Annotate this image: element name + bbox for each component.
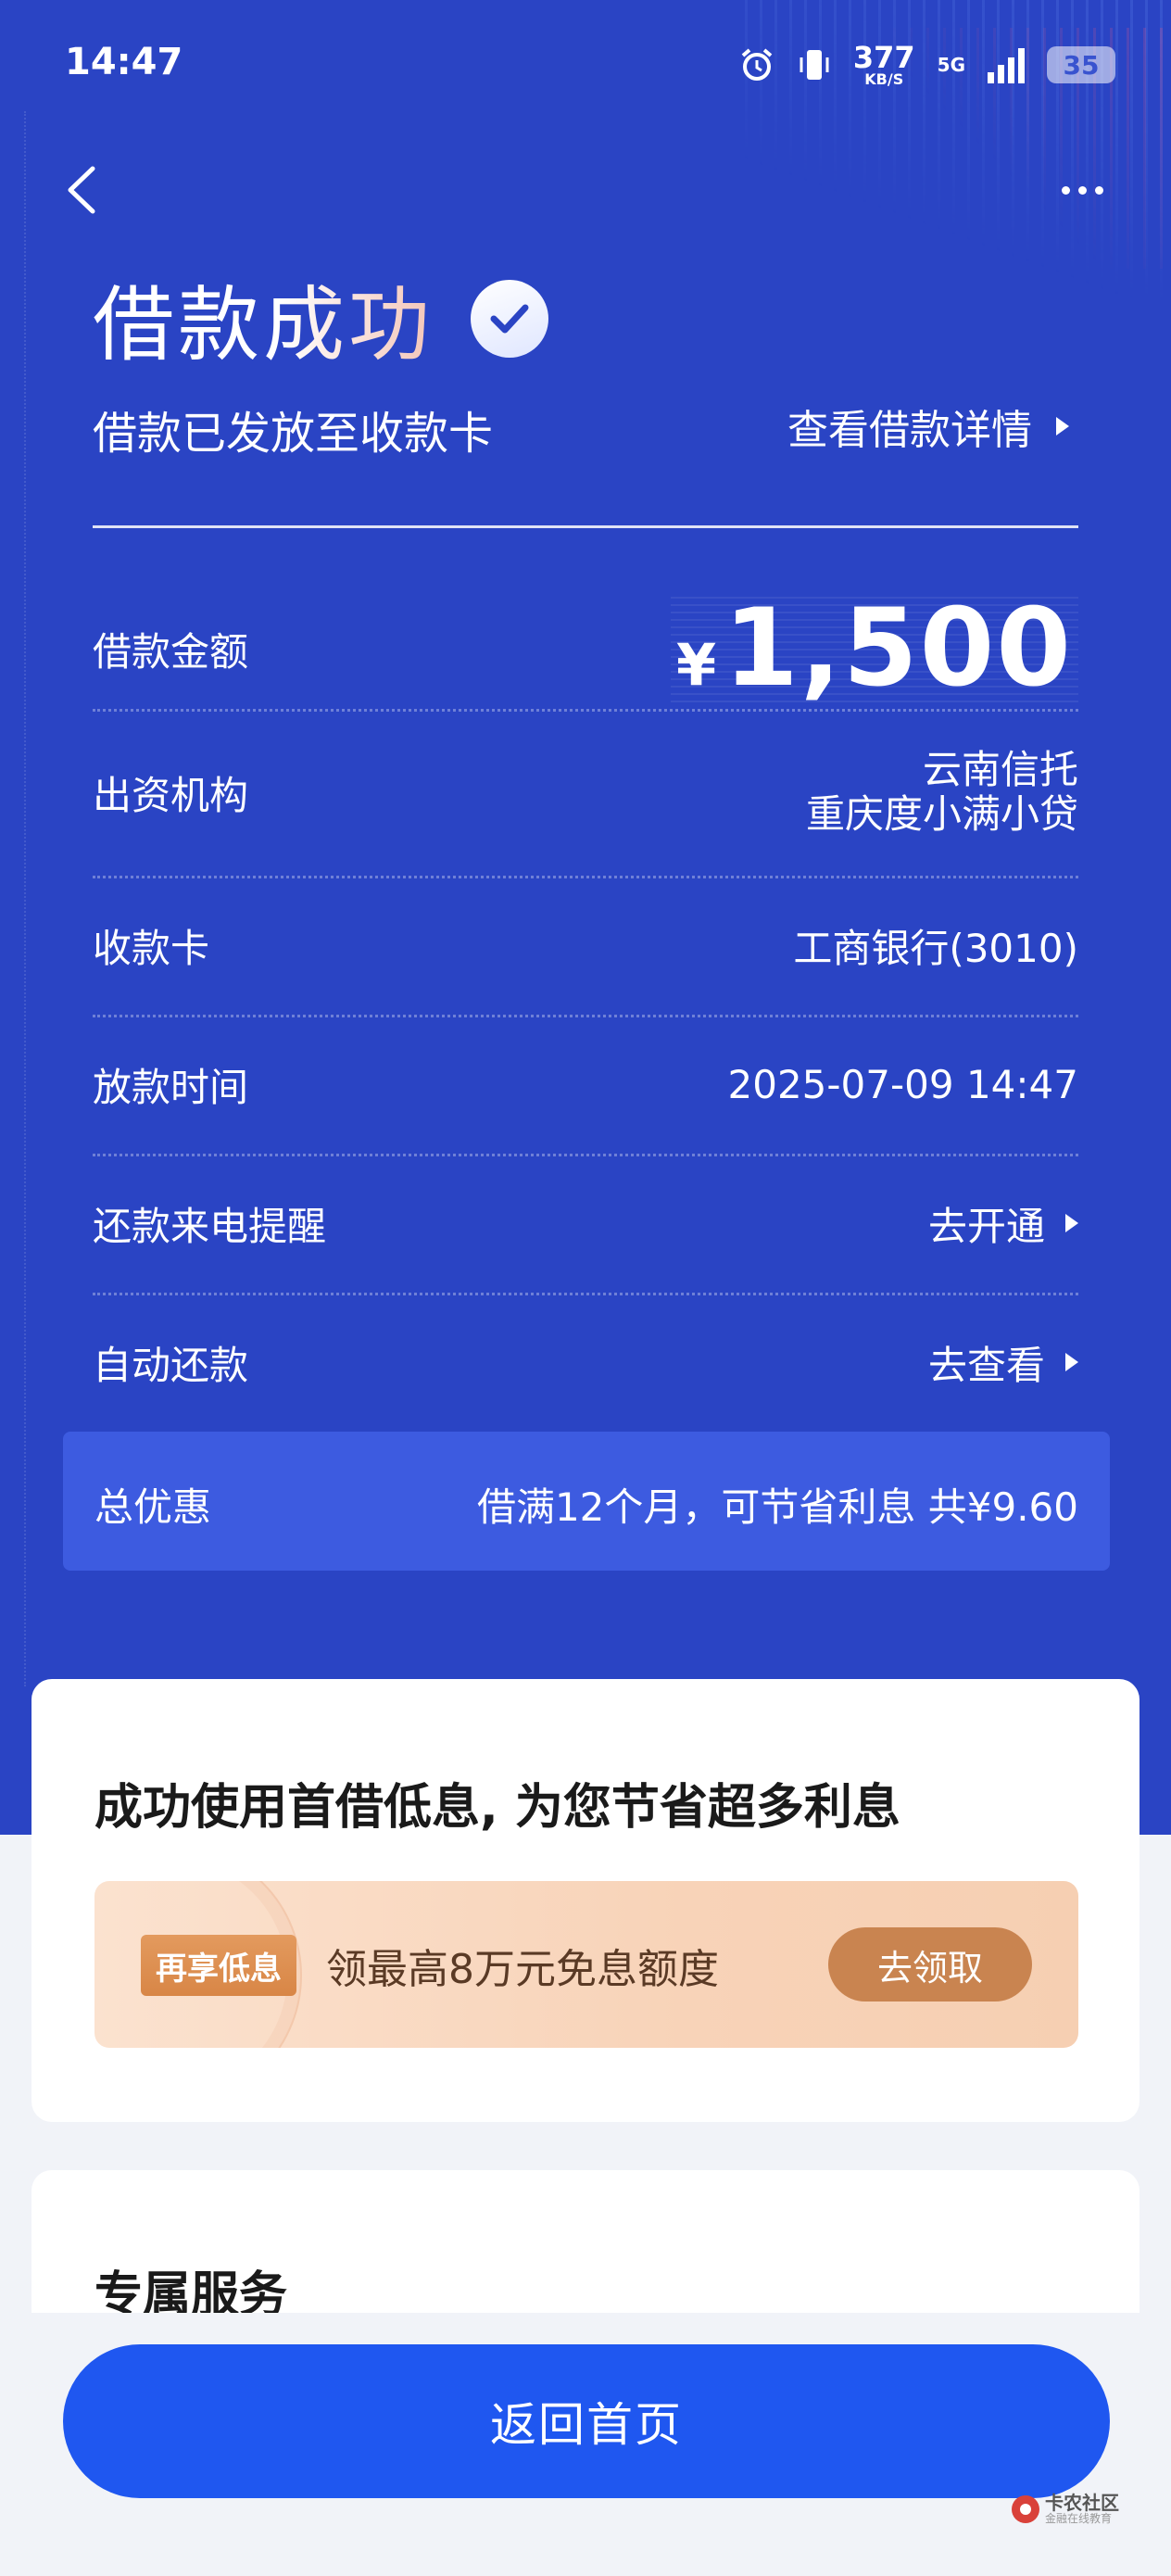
page-subtitle: 借款已发放至收款卡 [93, 408, 494, 460]
status-time: 14:47 [65, 41, 183, 83]
status-bar: 14:47 377 KB/S 5G 35 [0, 0, 1171, 139]
lender-row: 出资机构 云南信托 重庆度小满小贷 [93, 741, 1078, 843]
network-type: 5G [937, 54, 965, 76]
lender-1: 云南信托 [922, 747, 1078, 792]
check-icon [471, 279, 549, 358]
net-speed-value: 377 [852, 40, 915, 75]
currency-symbol: ¥ [675, 631, 717, 699]
triangle-right-icon [1065, 1214, 1078, 1232]
autopay-link[interactable]: 去查看 [928, 1334, 1078, 1391]
promo-text: 领最高8万元免息额度 [326, 1946, 719, 1993]
amount-number: 1,500 [724, 586, 1073, 711]
card-row: 收款卡 工商银行(3010) [93, 908, 1078, 982]
amount-value: ¥ 1,500 [670, 586, 1078, 711]
reminder-link-label: 去开通 [927, 1203, 1045, 1249]
logo-subtitle: 金融在线教育 [1045, 2512, 1113, 2525]
alarm-icon [738, 46, 775, 83]
card-label: 收款卡 [93, 925, 210, 971]
time-value: 2025-07-09 14:47 [727, 1061, 1078, 1107]
amount-label: 借款金额 [93, 628, 249, 675]
more-button[interactable] [1045, 167, 1119, 213]
watermark-logo: 卡农社区 金融在线教育 [1012, 2493, 1119, 2525]
dotted-divider [93, 709, 1078, 712]
autopay-link-label: 去查看 [927, 1342, 1045, 1388]
amount-row: 借款金额 ¥ 1,500 [93, 593, 1078, 704]
autopay-row: 自动还款 去查看 [93, 1325, 1078, 1399]
back-button[interactable] [56, 158, 111, 222]
triangle-right-icon [1065, 1353, 1078, 1371]
dotted-divider [93, 1154, 1078, 1156]
view-loan-details-link[interactable]: 查看借款详情 [787, 397, 1069, 456]
battery-icon: 35 [1047, 46, 1115, 83]
signal-icon [988, 46, 1025, 83]
logo-name: 卡农社区 [1045, 2492, 1119, 2514]
net-speed: 377 KB/S [853, 43, 915, 87]
autopay-label: 自动还款 [93, 1342, 249, 1388]
vibrate-icon [798, 46, 831, 83]
reminder-label: 还款来电提醒 [93, 1203, 327, 1249]
divider [93, 525, 1078, 528]
side-watermark [24, 111, 48, 1686]
dotted-divider [93, 1015, 1078, 1017]
discount-box: 总优惠 借满12个月，可节省利息 共¥9.60 [63, 1432, 1110, 1571]
card-value: 工商银行(3010) [793, 925, 1078, 971]
triangle-right-icon [1056, 417, 1069, 436]
promo-banner[interactable]: 再享低息 领最高8万元免息额度 去领取 [94, 1881, 1078, 2048]
page-title: 借款成功 [93, 259, 434, 377]
return-home-button[interactable]: 返回首页 [63, 2344, 1110, 2498]
discount-label: 总优惠 [94, 1484, 212, 1530]
promo-title: 成功使用首借低息, 为您节省超多利息 [94, 1780, 900, 1836]
dotted-divider [93, 1293, 1078, 1295]
promo-tag: 再享低息 [141, 1935, 296, 1996]
lender-value: 云南信托 重庆度小满小贷 [806, 748, 1078, 837]
reminder-row: 还款来电提醒 去开通 [93, 1186, 1078, 1260]
status-icons: 377 KB/S 5G 35 [738, 37, 1115, 93]
discount-value: 借满12个月，可节省利息 共¥9.60 [476, 1484, 1078, 1530]
time-row: 放款时间 2025-07-09 14:47 [93, 1047, 1078, 1121]
claim-button[interactable]: 去领取 [828, 1927, 1032, 2001]
reminder-link[interactable]: 去开通 [928, 1195, 1078, 1252]
chevron-left-icon [68, 166, 95, 214]
title-row: 借款成功 [93, 259, 549, 377]
dotted-divider [93, 876, 1078, 878]
view-loan-details-label: 查看借款详情 [787, 407, 1032, 454]
lender-label: 出资机构 [93, 772, 249, 818]
lender-2: 重庆度小满小贷 [805, 791, 1078, 837]
battery-level: 35 [1063, 49, 1100, 81]
logo-icon [1012, 2494, 1039, 2523]
net-speed-unit: KB/S [864, 70, 904, 88]
time-label: 放款时间 [93, 1064, 249, 1110]
more-dots-icon [1061, 185, 1070, 195]
promo-card: 成功使用首借低息, 为您节省超多利息 再享低息 领最高8万元免息额度 去领取 [31, 1679, 1140, 2122]
